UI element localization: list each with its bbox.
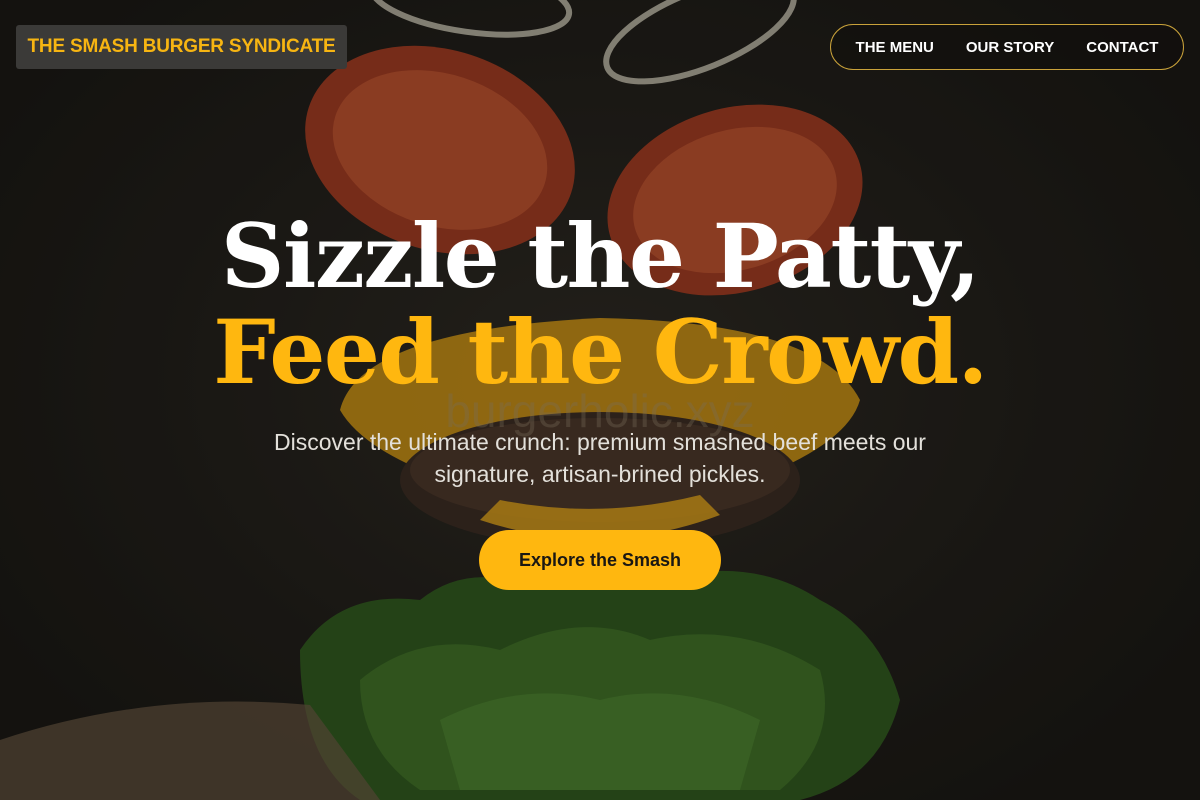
nav-item-menu[interactable]: THE MENU bbox=[856, 39, 934, 56]
headline-line-1: Sizzle the Patty, bbox=[220, 204, 981, 308]
main-nav: THE MENU OUR STORY CONTACT bbox=[830, 24, 1184, 70]
nav-item-contact[interactable]: CONTACT bbox=[1086, 39, 1158, 56]
hero-subtitle: Discover the ultimate crunch: premium sm… bbox=[274, 429, 926, 487]
brand-logo[interactable]: THE SMASH BURGER SYNDICATE bbox=[16, 25, 347, 69]
hero-headline: Sizzle the Patty, Feed the Crowd. bbox=[0, 212, 1200, 404]
explore-smash-button[interactable]: Explore the Smash bbox=[479, 530, 721, 590]
brand-name: THE SMASH BURGER SYNDICATE bbox=[27, 36, 336, 57]
nav-item-our-story[interactable]: OUR STORY bbox=[966, 39, 1054, 56]
